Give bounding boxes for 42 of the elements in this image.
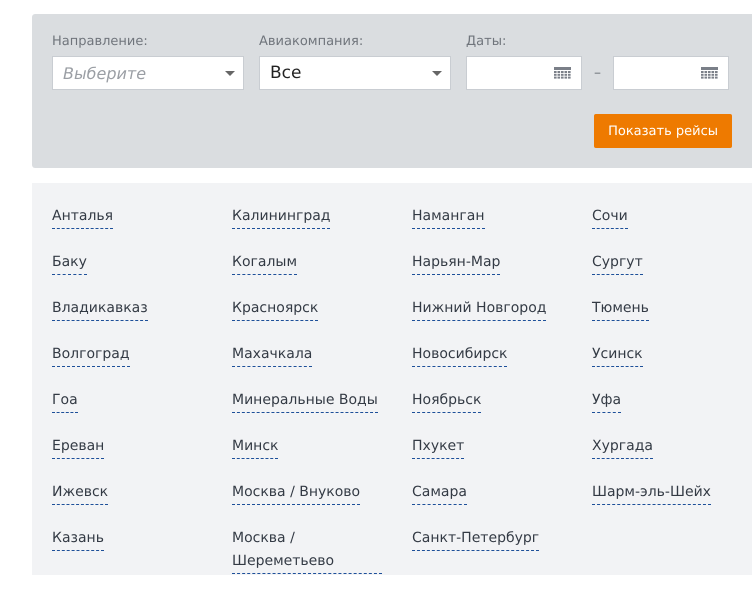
city-link[interactable]: Минеральные Воды bbox=[232, 389, 378, 413]
city-link[interactable]: Баку bbox=[52, 251, 87, 275]
city-link[interactable]: Владикавказ bbox=[52, 297, 148, 321]
calendar-icon bbox=[554, 67, 571, 79]
city-link[interactable]: Когалым bbox=[232, 251, 298, 275]
city-link[interactable]: Москва / Внуково bbox=[232, 481, 360, 505]
calendar-icon bbox=[701, 67, 718, 79]
city-link[interactable]: Нижний Новгород bbox=[412, 297, 546, 321]
city-link[interactable]: Махачкала bbox=[232, 343, 312, 367]
city-link[interactable]: Калининград bbox=[232, 205, 330, 229]
field-label: Авиакомпания: bbox=[259, 34, 364, 49]
city-link[interactable]: Москва / Шереметьево bbox=[232, 527, 382, 574]
city-link[interactable]: Самара bbox=[412, 481, 467, 505]
city-link[interactable]: Ижевск bbox=[52, 481, 108, 505]
city-link[interactable]: Гоа bbox=[52, 389, 78, 413]
city-link[interactable]: Нарьян-Мар bbox=[412, 251, 500, 275]
airline-select[interactable]: Все bbox=[259, 56, 451, 90]
city-link[interactable]: Санкт-Петербург bbox=[412, 527, 540, 551]
city-link[interactable]: Шарм-эль-Шейх bbox=[592, 481, 711, 505]
city-link[interactable]: Ереван bbox=[52, 435, 104, 459]
city-link[interactable]: Наманган bbox=[412, 205, 484, 229]
date-field[interactable] bbox=[613, 56, 729, 90]
city-link[interactable]: Минск bbox=[232, 435, 278, 459]
date-field[interactable] bbox=[466, 56, 582, 90]
city-link[interactable]: Ноябрьск bbox=[412, 389, 482, 413]
city-link[interactable]: Хургада bbox=[592, 435, 653, 459]
city-link[interactable]: Усинск bbox=[592, 343, 643, 367]
city-link[interactable]: Сургут bbox=[592, 251, 643, 275]
caret-icon bbox=[225, 70, 235, 76]
city-link[interactable]: Пхукет bbox=[412, 435, 464, 459]
city-link[interactable]: Волгоград bbox=[52, 343, 130, 367]
field-label: Направление: bbox=[52, 34, 149, 49]
caret-icon bbox=[432, 70, 442, 76]
city-link[interactable]: Красноярск bbox=[232, 297, 318, 321]
city-link[interactable]: Тюмень bbox=[592, 297, 649, 321]
city-link[interactable]: Сочи bbox=[592, 205, 628, 229]
city-link[interactable]: Уфа bbox=[592, 389, 622, 413]
city-link[interactable]: Анталья bbox=[52, 205, 114, 229]
date-separator: – bbox=[594, 65, 601, 81]
city-link[interactable]: Новосибирск bbox=[412, 343, 508, 367]
city-link[interactable]: Казань bbox=[52, 527, 104, 551]
field-label: Даты: bbox=[466, 34, 508, 49]
